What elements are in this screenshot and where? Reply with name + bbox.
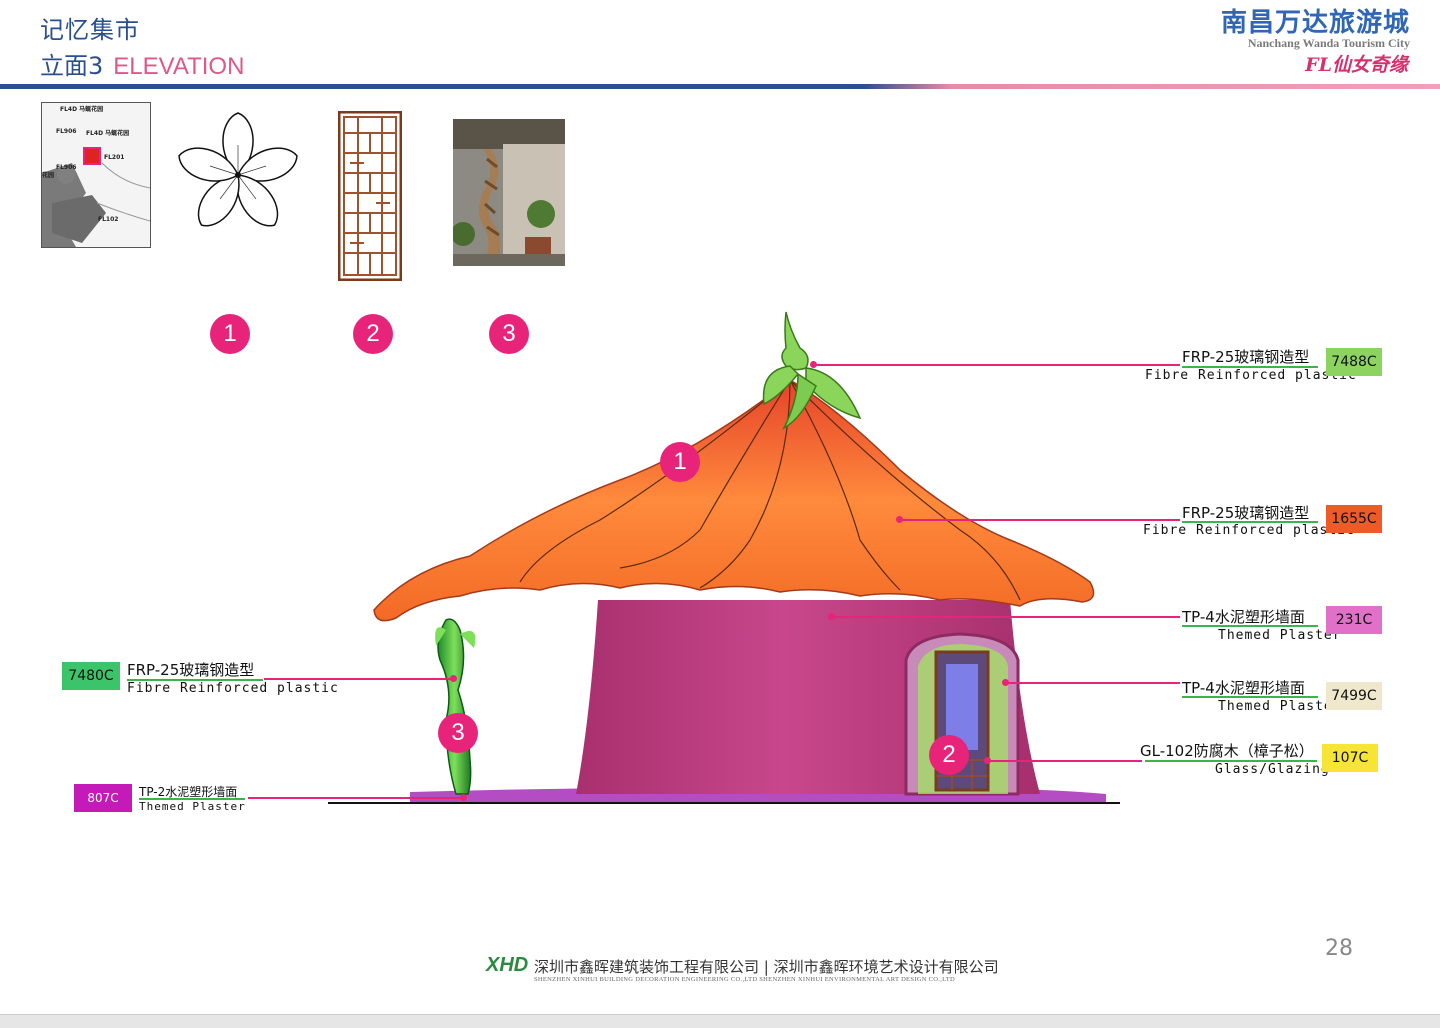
leader-line	[816, 364, 1180, 366]
flower-icon	[178, 112, 298, 227]
page-number: 28	[1325, 936, 1353, 961]
company-names-en: SHENZHEN XINHUI BUILDING DECORATION ENGI…	[534, 976, 956, 983]
reference-number: 1	[210, 314, 250, 354]
color-swatch: 231C	[1326, 606, 1382, 634]
subtitle-en: ELEVATION	[113, 53, 245, 80]
leader-line	[902, 519, 1180, 521]
callout-underline	[1182, 625, 1318, 627]
leader-line	[834, 616, 1180, 618]
brand-name-cn: 南昌万达旅游城	[1220, 8, 1410, 38]
callout-material-cn: TP-4水泥塑形墙面	[1182, 679, 1305, 697]
callout-underline	[1182, 696, 1318, 698]
roof-marker: 1	[660, 442, 700, 482]
leader-line	[248, 797, 462, 799]
callout-material-cn: TP-4水泥塑形墙面	[1182, 608, 1305, 626]
site-label: FL4D 马蜒花园	[86, 129, 129, 137]
site-plan-map: FL4D 马蜒花园 FL906 FL4D 马蜒花园 FL201 FL906 花园…	[41, 102, 151, 248]
company-logo: XHD	[486, 954, 529, 976]
leader-line	[1008, 682, 1180, 684]
callout-material-en: Fibre Reinforced plastic	[1143, 523, 1355, 538]
page-subtitle: 立面3 ELEVATION	[40, 46, 244, 81]
color-swatch: 807C	[74, 784, 132, 812]
vine-marker: 3	[438, 713, 478, 753]
callout-material-en: Themed Plaster	[1218, 699, 1342, 714]
color-swatch: 7488C	[1326, 348, 1382, 376]
callout-material-cn: FRP-25玻璃钢造型	[1182, 348, 1310, 366]
leader-line	[264, 678, 452, 680]
subtitle-cn: 立面3	[40, 52, 104, 80]
color-swatch: 107C	[1322, 744, 1378, 772]
color-swatch: 7499C	[1326, 682, 1382, 710]
leader-dot	[450, 675, 457, 682]
color-swatch: 1655C	[1326, 505, 1382, 533]
page-title: 记忆集市	[40, 16, 140, 44]
site-label: 花园	[42, 171, 54, 179]
site-label: FL102	[98, 216, 118, 223]
site-label: FL906	[56, 164, 76, 171]
lattice-screen-icon	[338, 111, 402, 281]
site-label: FL201	[104, 154, 124, 161]
door-marker: 2	[929, 735, 969, 775]
callout-material-cn: FRP-25玻璃钢造型	[127, 661, 255, 679]
callout-material-cn: GL-102防腐木（樟子松）	[1140, 742, 1314, 760]
leader-dot	[460, 794, 467, 801]
brand-logo-fl: FL仙女奇缘	[1305, 54, 1408, 76]
site-label: FL906	[56, 128, 76, 135]
twisted-column-photo	[453, 119, 565, 266]
callout-material-en: Themed Plaster	[139, 800, 246, 813]
site-label: FL4D 马蜒花园	[60, 105, 103, 113]
company-names-cn: 深圳市鑫晖建筑装饰工程有限公司 | 深圳市鑫晖环境艺术设计有限公司	[534, 958, 999, 976]
callout-material-en: Themed Plaster	[1218, 628, 1342, 643]
bottom-scroll-strip	[0, 1014, 1440, 1028]
callout-material-en: Glass/Glazing	[1215, 762, 1330, 777]
color-swatch: 7480C	[62, 662, 120, 690]
callout-material-cn: FRP-25玻璃钢造型	[1182, 504, 1310, 522]
leader-line	[990, 760, 1142, 762]
callout-material-en: Fibre Reinforced plastic	[127, 681, 339, 696]
brand-name-en: Nanchang Wanda Tourism City	[1247, 36, 1410, 50]
site-plan-drawing: FL4D 马蜒花园 FL906 FL4D 马蜒花园 FL201 FL906 花园…	[42, 105, 151, 247]
header-divider	[0, 84, 1440, 89]
